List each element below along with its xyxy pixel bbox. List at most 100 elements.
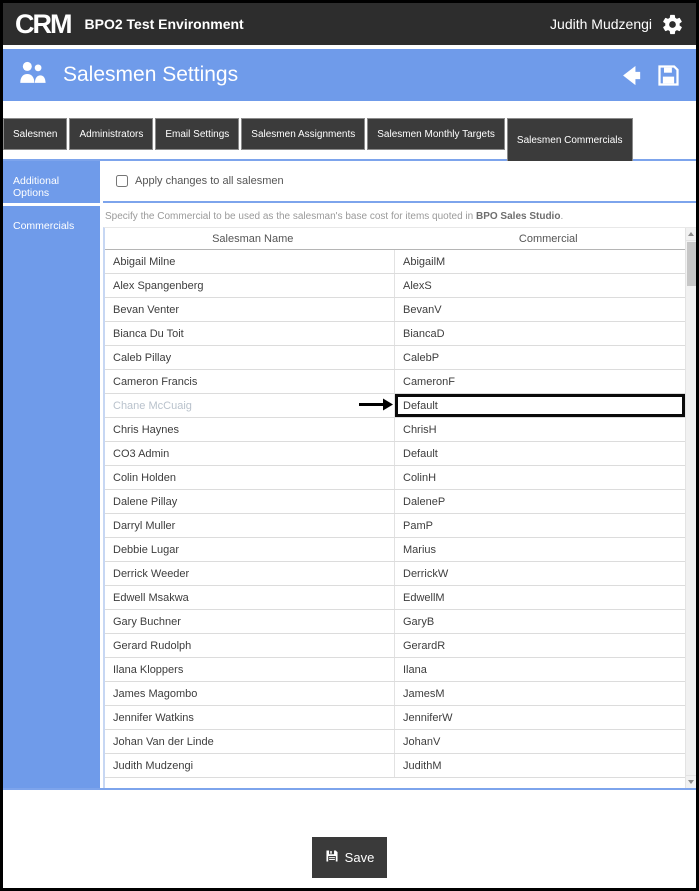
table-row: Edwell Msakwa EdwellM: [105, 586, 685, 610]
commercial-cell[interactable]: AlexS: [395, 274, 685, 297]
main-panel: Apply changes to all salesmen Specify th…: [100, 161, 696, 788]
table-row: Colin Holden ColinH: [105, 466, 685, 490]
page-header: Salesmen Settings: [3, 49, 696, 101]
scrollbar-down-arrow-icon[interactable]: [686, 775, 696, 788]
top-bar: CRM BPO2 Test Environment Judith Mudzeng…: [3, 3, 696, 45]
table-row: Bianca Du Toit BiancaD: [105, 322, 685, 346]
commercial-cell[interactable]: GerardR: [395, 634, 685, 657]
black-arrow-annotation: [359, 398, 393, 413]
commercial-cell[interactable]: BiancaD: [395, 322, 685, 345]
table-row: Cameron Francis CameronF: [105, 370, 685, 394]
save-button[interactable]: Save: [311, 837, 388, 878]
salesman-name-cell: Edwell Msakwa: [105, 586, 395, 609]
commercial-cell[interactable]: EdwellM: [395, 586, 685, 609]
commercial-description: Specify the Commercial to be used as the…: [103, 203, 696, 227]
table-body: Abigail Milne AbigailM Alex Spangenberg …: [105, 250, 696, 788]
tab-administrators[interactable]: Administrators: [69, 118, 154, 150]
table-scrollbar[interactable]: [685, 228, 696, 788]
table-header: Salesman Name Commercial: [105, 228, 696, 250]
save-button-label: Save: [344, 850, 375, 865]
tab-salesmen-monthly-targets[interactable]: Salesmen Monthly Targets: [367, 118, 505, 150]
table-row: Darryl Muller PamP: [105, 514, 685, 538]
salesman-name-cell: Caleb Pillay: [105, 346, 395, 369]
commercial-cell[interactable]: JudithM: [395, 754, 685, 777]
commercial-cell[interactable]: ColinH: [395, 466, 685, 489]
commercial-cell[interactable]: JohanV: [395, 730, 685, 753]
tab-salesmen-commercials[interactable]: Salesmen Commercials: [506, 118, 633, 161]
crm-logo: CRM: [15, 8, 72, 39]
salesman-name-cell: Ilana Kloppers: [105, 658, 395, 681]
commercial-cell[interactable]: Default: [395, 442, 685, 465]
table-row: Johan Van der Linde JohanV: [105, 730, 685, 754]
salesmen-people-icon: [17, 59, 47, 91]
sidebar-item-commercials[interactable]: Commercials: [3, 206, 100, 788]
salesman-name-cell: Johan Van der Linde: [105, 730, 395, 753]
save-floppy-icon[interactable]: [655, 62, 682, 89]
commercial-cell[interactable]: PamP: [395, 514, 685, 537]
commercial-cell[interactable]: DerrickW: [395, 562, 685, 585]
gear-icon[interactable]: [661, 13, 684, 36]
commercial-cell[interactable]: JamesM: [395, 682, 685, 705]
salesman-name-cell: Bianca Du Toit: [105, 322, 395, 345]
table-row: Abigail Milne AbigailM: [105, 250, 685, 274]
table-row: Ilana Kloppers Ilana: [105, 658, 685, 682]
salesman-name-cell: Chane McCuaig: [105, 394, 395, 417]
save-floppy-icon: [325, 849, 339, 866]
table-row: Bevan Venter BevanV: [105, 298, 685, 322]
description-bold: BPO Sales Studio: [475, 211, 561, 222]
table-row: Chris Haynes ChrisH: [105, 418, 685, 442]
user-name[interactable]: Judith Mudzengi: [550, 16, 652, 32]
content: Additional Options Commercials Apply cha…: [3, 161, 696, 790]
footer: Save: [3, 790, 696, 888]
salesman-name-cell: Abigail Milne: [105, 250, 395, 273]
page-title: Salesmen Settings: [63, 63, 239, 86]
table-row: Dalene Pillay DaleneP: [105, 490, 685, 514]
salesman-name-cell: Gary Buchner: [105, 610, 395, 633]
scrollbar-up-arrow-icon[interactable]: [686, 228, 696, 241]
salesman-name-cell: Cameron Francis: [105, 370, 395, 393]
table-row: Gerard Rudolph GerardR: [105, 634, 685, 658]
salesman-name-cell: Jennifer Watkins: [105, 706, 395, 729]
apply-all-checkbox[interactable]: [116, 175, 128, 187]
apply-all-label: Apply changes to all salesmen: [135, 175, 284, 187]
sidebar: Additional Options Commercials: [3, 161, 100, 788]
description-text: Specify the Commercial to be used as the…: [105, 211, 476, 222]
salesman-name-cell: Debbie Lugar: [105, 538, 395, 561]
salesman-name-cell: Darryl Muller: [105, 514, 395, 537]
tab-email-settings[interactable]: Email Settings: [155, 118, 240, 150]
commercial-cell[interactable]: ChrisH: [395, 418, 685, 441]
commercial-cell[interactable]: Ilana: [395, 658, 685, 681]
commercial-cell[interactable]: JenniferW: [395, 706, 685, 729]
table-row: Judith Mudzengi JudithM: [105, 754, 685, 778]
commercial-cell[interactable]: Marius: [395, 538, 685, 561]
commercial-cell[interactable]: CameronF: [395, 370, 685, 393]
column-header-commercial: Commercial: [518, 233, 578, 245]
commercial-cell[interactable]: CalebP: [395, 346, 685, 369]
tabs-bar: Salesmen Administrators Email Settings Sale…: [3, 118, 696, 161]
table-row: Derrick Weeder DerrickW: [105, 562, 685, 586]
apply-all-row: Apply changes to all salesmen: [103, 161, 696, 203]
salesman-name-cell: Dalene Pillay: [105, 490, 395, 513]
page: CRM BPO2 Test Environment Judith Mudzeng…: [0, 0, 699, 891]
table-row: James Magombo JamesM: [105, 682, 685, 706]
table-row: Debbie Lugar Marius: [105, 538, 685, 562]
sidebar-item-additional-options[interactable]: Additional Options: [3, 161, 100, 203]
tab-salesmen[interactable]: Salesmen: [3, 118, 68, 150]
salesman-name-cell: Colin Holden: [105, 466, 395, 489]
commercial-cell[interactable]: Default: [395, 394, 685, 417]
salesman-name-cell: Judith Mudzengi: [105, 754, 395, 777]
table-row: Chane McCuaig Default: [105, 394, 685, 418]
scrollbar-thumb[interactable]: [687, 242, 696, 286]
table-row: Jennifer Watkins JenniferW: [105, 706, 685, 730]
commercial-cell[interactable]: BevanV: [395, 298, 685, 321]
commercial-cell[interactable]: DaleneP: [395, 490, 685, 513]
tab-salesmen-assignments[interactable]: Salesmen Assignments: [241, 118, 366, 150]
salesman-name-cell: James Magombo: [105, 682, 395, 705]
commercial-cell[interactable]: AbigailM: [395, 250, 685, 273]
commercial-cell[interactable]: GaryB: [395, 610, 685, 633]
column-header-salesman-name: Salesman Name: [212, 233, 294, 245]
table-row: Gary Buchner GaryB: [105, 610, 685, 634]
back-arrow-icon[interactable]: [618, 62, 645, 89]
salesman-name-cell: Alex Spangenberg: [105, 274, 395, 297]
table-row: Alex Spangenberg AlexS: [105, 274, 685, 298]
